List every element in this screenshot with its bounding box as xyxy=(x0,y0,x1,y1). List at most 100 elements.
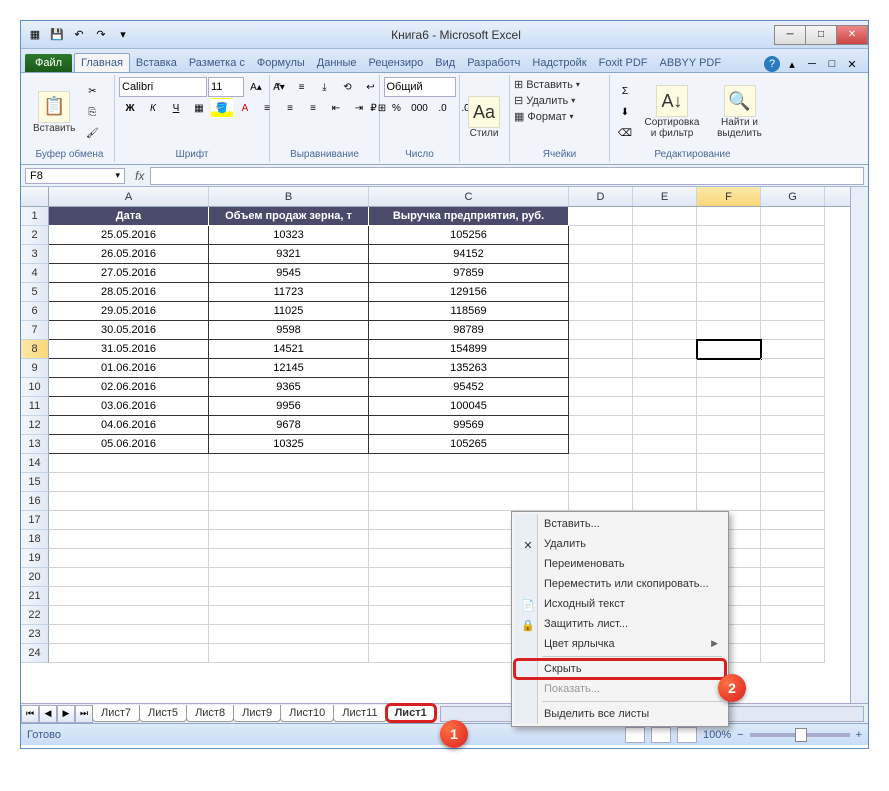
cell[interactable] xyxy=(49,454,209,473)
cell[interactable] xyxy=(49,644,209,663)
cell[interactable]: 29.05.2016 xyxy=(49,302,209,321)
cell[interactable]: 04.06.2016 xyxy=(49,416,209,435)
cell[interactable]: 02.06.2016 xyxy=(49,378,209,397)
cell[interactable] xyxy=(761,416,825,435)
cell[interactable] xyxy=(761,473,825,492)
row-header[interactable]: 13 xyxy=(21,435,49,454)
align-left-icon[interactable]: ≡ xyxy=(256,98,278,118)
namebox-dropdown-icon[interactable]: ▾ xyxy=(115,170,120,181)
select-all-corner[interactable] xyxy=(21,187,49,206)
indent-decrease-icon[interactable]: ⇤ xyxy=(325,98,347,118)
cell[interactable] xyxy=(697,321,761,340)
cell[interactable] xyxy=(569,245,633,264)
row-header[interactable]: 20 xyxy=(21,568,49,587)
cell[interactable] xyxy=(761,568,825,587)
save-icon[interactable]: 💾 xyxy=(47,26,67,44)
sheet-nav-first-icon[interactable]: ⏮ xyxy=(21,705,39,723)
row-header[interactable]: 21 xyxy=(21,587,49,606)
vertical-scrollbar[interactable] xyxy=(850,187,868,703)
row-header[interactable]: 12 xyxy=(21,416,49,435)
row-header[interactable]: 16 xyxy=(21,492,49,511)
cell[interactable]: 118569 xyxy=(369,302,569,321)
cell[interactable] xyxy=(569,359,633,378)
minimize-button[interactable]: ─ xyxy=(774,25,806,45)
cell[interactable]: 9956 xyxy=(209,397,369,416)
cell[interactable] xyxy=(633,340,697,359)
cell[interactable] xyxy=(209,625,369,644)
orientation-icon[interactable]: ⟲ xyxy=(337,77,359,97)
context-menu-item[interactable]: Скрыть xyxy=(514,659,726,679)
cell[interactable]: Выручка предприятия, руб. xyxy=(369,207,569,226)
cell[interactable] xyxy=(633,226,697,245)
col-header-e[interactable]: E xyxy=(633,187,697,206)
sheet-tab[interactable]: Лист5 xyxy=(139,705,187,722)
context-menu-item[interactable]: Вставить... xyxy=(514,514,726,534)
cut-icon[interactable]: ✂ xyxy=(81,81,103,101)
cell[interactable] xyxy=(569,473,633,492)
sheet-nav-prev-icon[interactable]: ◀ xyxy=(39,705,57,723)
cell[interactable] xyxy=(761,378,825,397)
cell[interactable] xyxy=(49,568,209,587)
cell[interactable]: 94152 xyxy=(369,245,569,264)
cell[interactable] xyxy=(49,587,209,606)
row-header[interactable]: 19 xyxy=(21,549,49,568)
cell[interactable]: 30.05.2016 xyxy=(49,321,209,340)
align-top-icon[interactable]: ⤒ xyxy=(268,77,290,97)
row-header[interactable]: 9 xyxy=(21,359,49,378)
cell[interactable] xyxy=(569,454,633,473)
cell[interactable] xyxy=(633,302,697,321)
cell[interactable] xyxy=(633,245,697,264)
row-header[interactable]: 2 xyxy=(21,226,49,245)
row-header[interactable]: 18 xyxy=(21,530,49,549)
percent-icon[interactable]: % xyxy=(386,98,408,118)
cell[interactable]: 12145 xyxy=(209,359,369,378)
cell[interactable]: 01.06.2016 xyxy=(49,359,209,378)
context-menu-item[interactable]: 🔒Защитить лист... xyxy=(514,614,726,634)
help-icon[interactable]: ? xyxy=(764,56,780,72)
sheet-tab[interactable]: Лист7 xyxy=(92,705,140,722)
number-format-select[interactable] xyxy=(384,77,456,97)
cell[interactable] xyxy=(209,587,369,606)
cell[interactable] xyxy=(761,549,825,568)
col-header-d[interactable]: D xyxy=(569,187,633,206)
cell[interactable] xyxy=(761,283,825,302)
row-header[interactable]: 10 xyxy=(21,378,49,397)
cell[interactable]: 154899 xyxy=(369,340,569,359)
cell[interactable] xyxy=(633,416,697,435)
cell[interactable] xyxy=(633,321,697,340)
comma-icon[interactable]: 000 xyxy=(409,98,431,118)
font-size-select[interactable] xyxy=(208,77,244,97)
cell[interactable] xyxy=(761,492,825,511)
styles-button[interactable]: Aa Стили xyxy=(464,94,504,141)
cell[interactable] xyxy=(369,492,569,511)
cell[interactable]: 10325 xyxy=(209,435,369,454)
cell[interactable] xyxy=(697,473,761,492)
view-pagebreak-icon[interactable] xyxy=(677,727,697,743)
cell[interactable] xyxy=(569,435,633,454)
cell[interactable] xyxy=(633,283,697,302)
qat-dropdown-icon[interactable]: ▾ xyxy=(113,26,133,44)
cell[interactable] xyxy=(569,416,633,435)
cell[interactable]: 11723 xyxy=(209,283,369,302)
cell[interactable] xyxy=(569,283,633,302)
cell[interactable] xyxy=(697,245,761,264)
cell[interactable] xyxy=(209,549,369,568)
cell[interactable] xyxy=(633,378,697,397)
row-header[interactable]: 11 xyxy=(21,397,49,416)
cell[interactable]: 10323 xyxy=(209,226,369,245)
cell[interactable] xyxy=(49,492,209,511)
zoom-in-icon[interactable]: + xyxy=(856,729,862,741)
currency-icon[interactable]: ₽ xyxy=(363,98,385,118)
cell[interactable] xyxy=(49,549,209,568)
cell[interactable]: 9365 xyxy=(209,378,369,397)
cell[interactable] xyxy=(569,302,633,321)
tab-addins[interactable]: Надстройк xyxy=(526,54,592,72)
redo-icon[interactable]: ↷ xyxy=(91,26,111,44)
tab-home[interactable]: Главная xyxy=(74,53,130,72)
cell[interactable] xyxy=(633,207,697,226)
cell[interactable] xyxy=(761,644,825,663)
cell[interactable]: 26.05.2016 xyxy=(49,245,209,264)
cell[interactable] xyxy=(697,264,761,283)
align-center-icon[interactable]: ≡ xyxy=(279,98,301,118)
row-header[interactable]: 17 xyxy=(21,511,49,530)
